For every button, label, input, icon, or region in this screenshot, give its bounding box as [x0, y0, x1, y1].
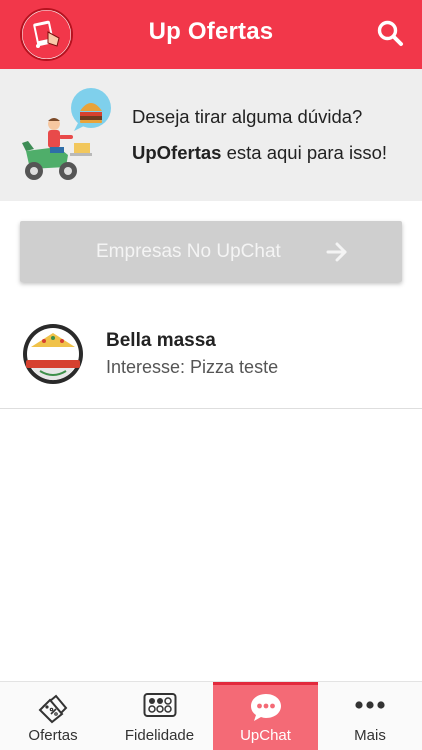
loyalty-card-icon — [143, 692, 177, 723]
bottom-tab-bar: Ofertas Fidelidade UpChat Mais — [0, 681, 422, 750]
chat-company-name: Bella massa — [106, 330, 216, 351]
chat-bubble-icon — [249, 692, 283, 727]
search-icon[interactable] — [376, 19, 404, 47]
chat-interest: Interesse: Pizza teste — [106, 357, 279, 377]
app-header: Up Ofertas — [0, 0, 422, 69]
support-banner — [0, 69, 422, 201]
tab-label: Mais — [354, 727, 386, 744]
delivery-scooter-icon — [16, 85, 116, 185]
tab-upchat[interactable]: UpChat — [213, 682, 318, 750]
banner-brand: UpOfertas — [132, 142, 222, 163]
banner-question: Deseja tirar alguma dúvida? — [132, 106, 363, 127]
banner-tagline-rest: esta aqui para isso! — [221, 142, 388, 163]
more-dots-icon — [353, 692, 387, 723]
tags-icon — [36, 692, 70, 729]
tab-ofertas[interactable]: Ofertas — [0, 682, 106, 750]
companies-upchat-label: Empresas No UpChat — [96, 241, 281, 262]
arrow-right-icon — [326, 241, 348, 263]
bella-massa-logo — [22, 323, 84, 385]
tab-fidelidade[interactable]: Fidelidade — [106, 682, 213, 750]
page-title: Up Ofertas — [148, 18, 274, 45]
list-item[interactable]: Bella massa Interesse: Pizza teste — [0, 311, 422, 409]
banner-tagline: UpOfertas esta aqui para isso! — [132, 142, 387, 164]
tab-mais[interactable]: Mais — [318, 682, 422, 750]
tab-label: UpChat — [240, 727, 291, 744]
tab-label: Fidelidade — [124, 727, 195, 744]
tab-label: Ofertas — [28, 727, 78, 744]
companies-upchat-button[interactable]: Empresas No UpChat — [20, 221, 402, 282]
